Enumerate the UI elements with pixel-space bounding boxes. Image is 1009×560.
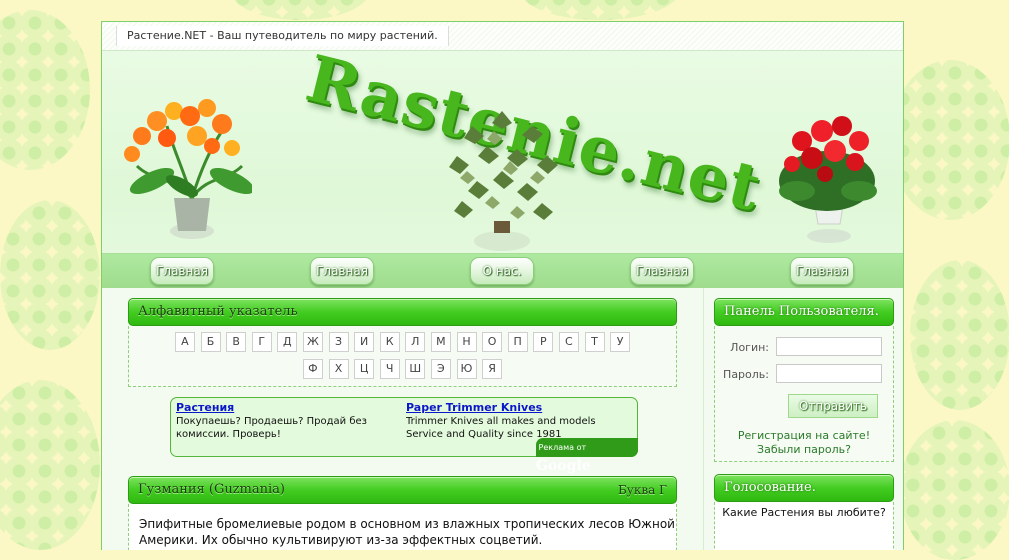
ads-by-google-label[interactable]: Реклама от Google <box>536 438 638 474</box>
password-input[interactable] <box>776 364 882 383</box>
alphabet-letter-link[interactable]: З <box>328 332 349 352</box>
poll-header: Голосование. <box>714 474 894 502</box>
top-bar: Растение.NET - Ваш путеводитель по миру … <box>102 22 903 51</box>
nav-home-button-3[interactable]: Главная <box>630 257 694 285</box>
ad-1-text-line-2: комиссии. Проверь! <box>176 429 281 440</box>
alphabet-letter-link[interactable]: И <box>354 332 375 352</box>
user-panel-box: Логин: Пароль: Отправить Регистрация на … <box>714 326 894 462</box>
alphabet-letter-link[interactable]: К <box>379 332 400 352</box>
ad-1-text-line-1: Покупаешь? Продаешь? Продай без <box>176 416 367 427</box>
orange-flower-plant-image <box>124 99 252 239</box>
ivy-plant-image <box>449 111 558 251</box>
alphabet-index-box: АБВГДЖЗИКЛМНОПРСТУ ФХЦЧШЭЮЯ <box>128 326 677 387</box>
article-letter: Буква Г <box>617 483 667 497</box>
nav-home-button-4[interactable]: Главная <box>790 257 854 285</box>
alphabet-letter-link[interactable]: В <box>226 332 247 352</box>
alphabet-letter-link[interactable]: Ю <box>456 359 477 379</box>
header-banner: Rastenie.net <box>102 51 903 254</box>
alphabet-letter-link[interactable]: Н <box>456 332 477 352</box>
alphabet-index-title: Алфавитный указатель <box>138 304 298 319</box>
poll-question: Какие Растения вы любите? <box>722 506 886 519</box>
nav-home-button[interactable]: Главная <box>150 257 214 285</box>
alphabet-letter-link[interactable]: М <box>430 332 451 352</box>
article-header: Гузмания (Guzmania) Буква Г <box>128 476 677 504</box>
login-label: Логин: <box>730 341 769 354</box>
ad-1-title-link[interactable]: Растения <box>176 401 234 414</box>
alphabet-letter-link[interactable]: Ш <box>405 359 426 379</box>
article-body-box: Эпифитные бромелиевые родом в основном и… <box>128 504 677 550</box>
alphabet-letter-link[interactable]: У <box>610 332 631 352</box>
alphabet-index-header: Алфавитный указатель <box>128 298 677 326</box>
right-sidebar: Панель Пользователя. Логин: Пароль: Отпр… <box>703 288 903 550</box>
poll-title: Голосование. <box>724 480 816 495</box>
red-flower-plant-image <box>779 116 877 243</box>
ad-block: Растения Покупаешь? Продаешь? Продай без… <box>170 397 638 474</box>
ad-2-title-link[interactable]: Paper Trimmer Knives <box>406 401 542 414</box>
alphabet-letter-link[interactable]: Б <box>200 332 221 352</box>
article-text: Эпифитные бромелиевые родом в основном и… <box>139 516 675 548</box>
ad-label-prefix: Реклама от <box>538 443 587 452</box>
site-title: Растение.NET - Ваш путеводитель по миру … <box>116 26 449 46</box>
alphabet-letter-link[interactable]: А <box>174 332 195 352</box>
user-panel-header: Панель Пользователя. <box>714 298 894 326</box>
user-panel-title: Панель Пользователя. <box>724 304 879 319</box>
alphabet-letter-link[interactable]: Ч <box>379 359 400 379</box>
register-link[interactable]: Регистрация на сайте! <box>705 429 903 442</box>
alphabet-letter-link[interactable]: Д <box>277 332 298 352</box>
nav-about-button[interactable]: О нас. <box>470 257 534 285</box>
google-logo-text: Google <box>536 458 591 474</box>
alphabet-letter-link[interactable]: С <box>558 332 579 352</box>
login-input[interactable] <box>776 337 882 356</box>
login-submit-button[interactable]: Отправить <box>788 394 878 418</box>
password-label: Пароль: <box>723 368 769 381</box>
page-container: Растение.NET - Ваш путеводитель по миру … <box>101 21 904 550</box>
alphabet-letter-link[interactable]: Ф <box>302 359 323 379</box>
main-navigation: Главная Главная О нас. Главная Главная <box>102 254 903 289</box>
content-area: Алфавитный указатель АБВГДЖЗИКЛМНОПРСТУ … <box>102 288 903 550</box>
alphabet-letter-link[interactable]: Л <box>405 332 426 352</box>
forgot-password-link[interactable]: Забыли пароль? <box>705 443 903 456</box>
alphabet-letter-link[interactable]: Э <box>430 359 451 379</box>
alphabet-letter-link[interactable]: П <box>507 332 528 352</box>
poll-box: Какие Растения вы любите? <box>714 502 894 550</box>
article-text-line-2: Америки. Их обычно культивируют из-за эф… <box>139 533 543 547</box>
main-column: Алфавитный указатель АБВГДЖЗИКЛМНОПРСТУ … <box>102 288 702 550</box>
alphabet-letter-link[interactable]: О <box>482 332 503 352</box>
alphabet-letter-link[interactable]: Я <box>482 359 503 379</box>
alphabet-letter-link[interactable]: Т <box>584 332 605 352</box>
alphabet-letter-link[interactable]: Р <box>533 332 554 352</box>
ad-2-text-line-1: Trimmer Knives all makes and models <box>406 416 596 427</box>
alphabet-letter-link[interactable]: Г <box>251 332 272 352</box>
alphabet-letter-link[interactable]: Ц <box>354 359 375 379</box>
article-title[interactable]: Гузмания (Guzmania) <box>138 477 285 503</box>
article-text-line-1: Эпифитные бромелиевые родом в основном и… <box>139 517 675 531</box>
nav-home-button-2[interactable]: Главная <box>310 257 374 285</box>
alphabet-letter-link[interactable]: Х <box>328 359 349 379</box>
alphabet-letter-link[interactable]: Ж <box>302 332 323 352</box>
